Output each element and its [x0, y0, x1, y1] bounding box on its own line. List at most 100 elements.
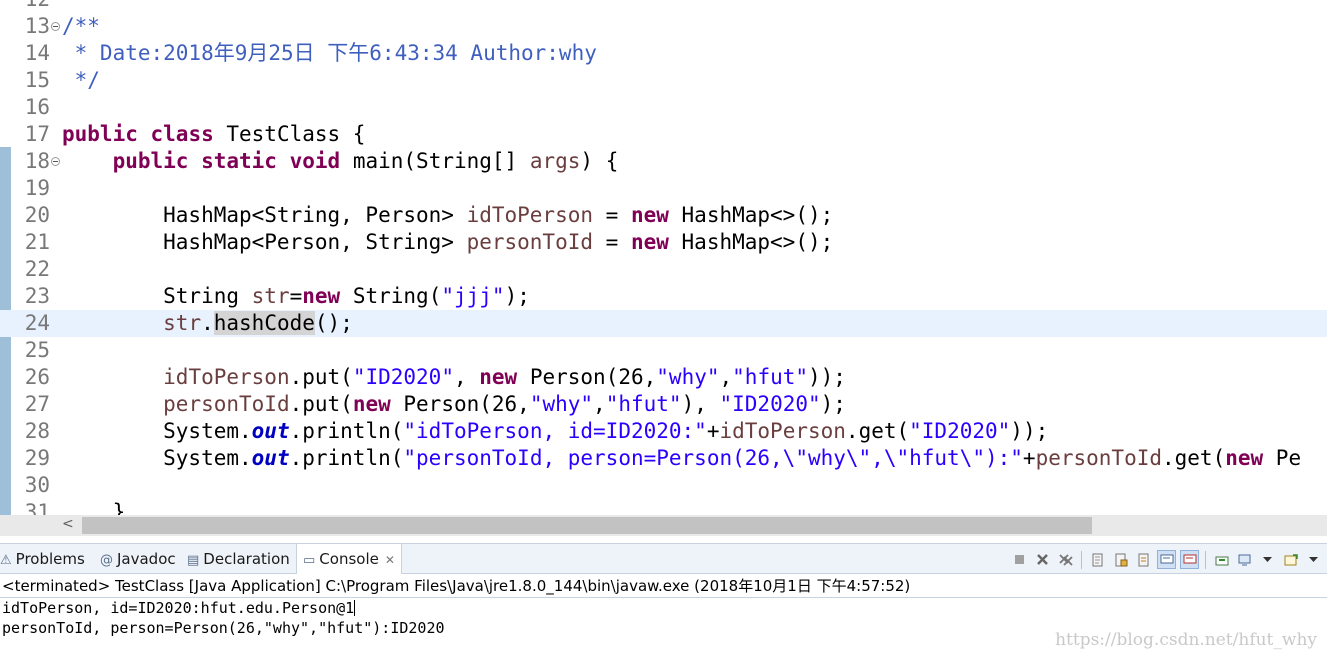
- code-text[interactable]: str.hashCode();: [62, 310, 353, 337]
- code-text[interactable]: String str=new String("jjj");: [62, 283, 530, 310]
- code-line[interactable]: 27 personToId.put(new Person(26,"why","h…: [0, 391, 1327, 418]
- code-token: TestClass {: [213, 122, 366, 146]
- code-text[interactable]: HashMap<Person, String> personToId = new…: [62, 229, 833, 256]
- line-number: 24: [24, 311, 50, 335]
- open-console-icon[interactable]: [1281, 550, 1300, 569]
- code-token: HashMap<>();: [668, 203, 834, 227]
- chevron-down-icon[interactable]: [1304, 550, 1323, 569]
- fold-toggle-icon[interactable]: [51, 157, 60, 166]
- console-line: personToId, person=Person(26,"why","hfut…: [2, 619, 445, 637]
- close-icon[interactable]: ✕: [385, 553, 395, 567]
- code-token: .: [201, 311, 214, 335]
- code-line[interactable]: 26 idToPerson.put("ID2020", new Person(2…: [0, 364, 1327, 391]
- console-line: idToPerson, id=ID2020:hfut.edu.Person@1: [2, 599, 356, 617]
- code-token: =: [289, 284, 303, 308]
- code-line[interactable]: 20 HashMap<String, Person> idToPerson = …: [0, 202, 1327, 229]
- declaration-icon: ▤: [187, 553, 200, 568]
- pin-console-icon[interactable]: [1212, 550, 1231, 569]
- code-text[interactable]: /**: [62, 13, 100, 40]
- code-token: "hfut": [605, 392, 682, 416]
- horizontal-scrollbar[interactable]: <: [0, 515, 1327, 536]
- code-line[interactable]: 13 /**: [0, 13, 1327, 40]
- show-console-error-icon[interactable]: [1180, 550, 1199, 569]
- code-line[interactable]: 30: [0, 472, 1327, 499]
- code-text[interactable]: */: [62, 67, 100, 94]
- code-token: HashMap<>();: [668, 230, 834, 254]
- code-token: +: [706, 419, 720, 443]
- code-token: .println(: [289, 419, 404, 443]
- code-line[interactable]: 21 HashMap<Person, String> personToId = …: [0, 229, 1327, 256]
- line-number: 28: [24, 419, 50, 443]
- code-token: out: [251, 419, 290, 443]
- fold-toggle-icon[interactable]: [51, 22, 60, 31]
- code-token: "jjj": [441, 284, 505, 308]
- code-text[interactable]: public class TestClass {: [62, 121, 365, 148]
- code-text[interactable]: * Date:2018年9月25日 下午6:43:34 Author:why: [62, 40, 597, 67]
- code-token: Person(26,: [390, 392, 530, 416]
- code-line[interactable]: 12: [0, 0, 1327, 13]
- tab-console[interactable]: ▭ Console ✕: [296, 544, 402, 575]
- code-line[interactable]: 22: [0, 256, 1327, 283]
- code-text[interactable]: }: [62, 499, 126, 515]
- code-line[interactable]: 28 System.out.println("idToPerson, id=ID…: [0, 418, 1327, 445]
- code-lines[interactable]: 1213/**14 * Date:2018年9月25日 下午6:43:34 Au…: [0, 0, 1327, 515]
- code-editor[interactable]: 1213/**14 * Date:2018年9月25日 下午6:43:34 Au…: [0, 0, 1327, 515]
- tab-javadoc[interactable]: @ Javadoc: [100, 544, 176, 575]
- code-line[interactable]: 18 public static void main(String[] args…: [0, 148, 1327, 175]
- code-line[interactable]: 25: [0, 337, 1327, 364]
- code-token: "why": [656, 365, 720, 389]
- code-text[interactable]: HashMap<String, Person> idToPerson = new…: [62, 202, 833, 229]
- launch-status: <terminated> TestClass [Java Application…: [2, 577, 911, 595]
- tab-label: Console: [319, 550, 379, 568]
- remove-launch-icon[interactable]: [1033, 550, 1052, 569]
- remove-all-launches-icon[interactable]: [1056, 550, 1075, 569]
- code-text[interactable]: public static void main(String[] args) {: [62, 148, 619, 175]
- scrollbar-thumb[interactable]: [82, 517, 1092, 534]
- code-line[interactable]: 16: [0, 94, 1327, 121]
- clear-console-icon[interactable]: [1088, 550, 1107, 569]
- scroll-left-icon[interactable]: <: [62, 516, 74, 532]
- code-text[interactable]: System.out.println("idToPerson, id=ID202…: [62, 418, 1048, 445]
- code-token: String: [62, 284, 252, 308]
- code-line[interactable]: 14 * Date:2018年9月25日 下午6:43:34 Author:wh…: [0, 40, 1327, 67]
- code-text[interactable]: personToId.put(new Person(26,"why","hfut…: [62, 391, 846, 418]
- code-token: * Date:2018年9月25日 下午6:43:34 Author:why: [62, 41, 597, 65]
- scroll-lock-icon[interactable]: [1111, 550, 1130, 569]
- code-line[interactable]: 31 }: [0, 499, 1327, 515]
- code-token: */: [62, 68, 100, 92]
- code-line[interactable]: 17 public class TestClass {: [0, 121, 1327, 148]
- code-token: "ID2020": [719, 392, 821, 416]
- display-console-icon[interactable]: [1235, 550, 1254, 569]
- chevron-down-icon[interactable]: [1258, 550, 1277, 569]
- code-token: "why": [529, 392, 594, 416]
- word-wrap-icon[interactable]: [1134, 550, 1153, 569]
- line-number: 18: [24, 149, 50, 173]
- view-tab-bar: ⚠ Problems @ Javadoc ▤ Declaration ▭ Console…: [0, 543, 1327, 575]
- code-text[interactable]: idToPerson.put("ID2020", new Person(26,"…: [62, 364, 846, 391]
- line-number: 20: [24, 203, 50, 227]
- code-line[interactable]: 23 String str=new String("jjj");: [0, 283, 1327, 310]
- code-line[interactable]: 29 System.out.println("personToId, perso…: [0, 445, 1327, 472]
- code-line[interactable]: 15 */: [0, 67, 1327, 94]
- terminate-icon[interactable]: [1010, 550, 1029, 569]
- code-line[interactable]: 19: [0, 175, 1327, 202]
- tab-problems[interactable]: ⚠ Problems: [0, 544, 85, 575]
- code-token: new: [1225, 446, 1264, 470]
- tab-declaration[interactable]: ▤ Declaration: [187, 544, 290, 575]
- console-output[interactable]: <terminated> TestClass [Java Application…: [0, 574, 1327, 660]
- code-text[interactable]: System.out.println("personToId, person=P…: [62, 445, 1301, 472]
- line-number: 27: [24, 392, 50, 416]
- line-number: 30: [24, 473, 50, 497]
- code-token: .get(: [845, 419, 910, 443]
- show-console-output-icon[interactable]: [1157, 550, 1176, 569]
- line-number: 17: [24, 122, 50, 146]
- line-number: 26: [24, 365, 50, 389]
- line-number: 31: [24, 500, 50, 515]
- code-line[interactable]: 24 str.hashCode();: [0, 310, 1327, 337]
- line-number: 29: [24, 446, 50, 470]
- code-token: Person(26,: [517, 365, 657, 389]
